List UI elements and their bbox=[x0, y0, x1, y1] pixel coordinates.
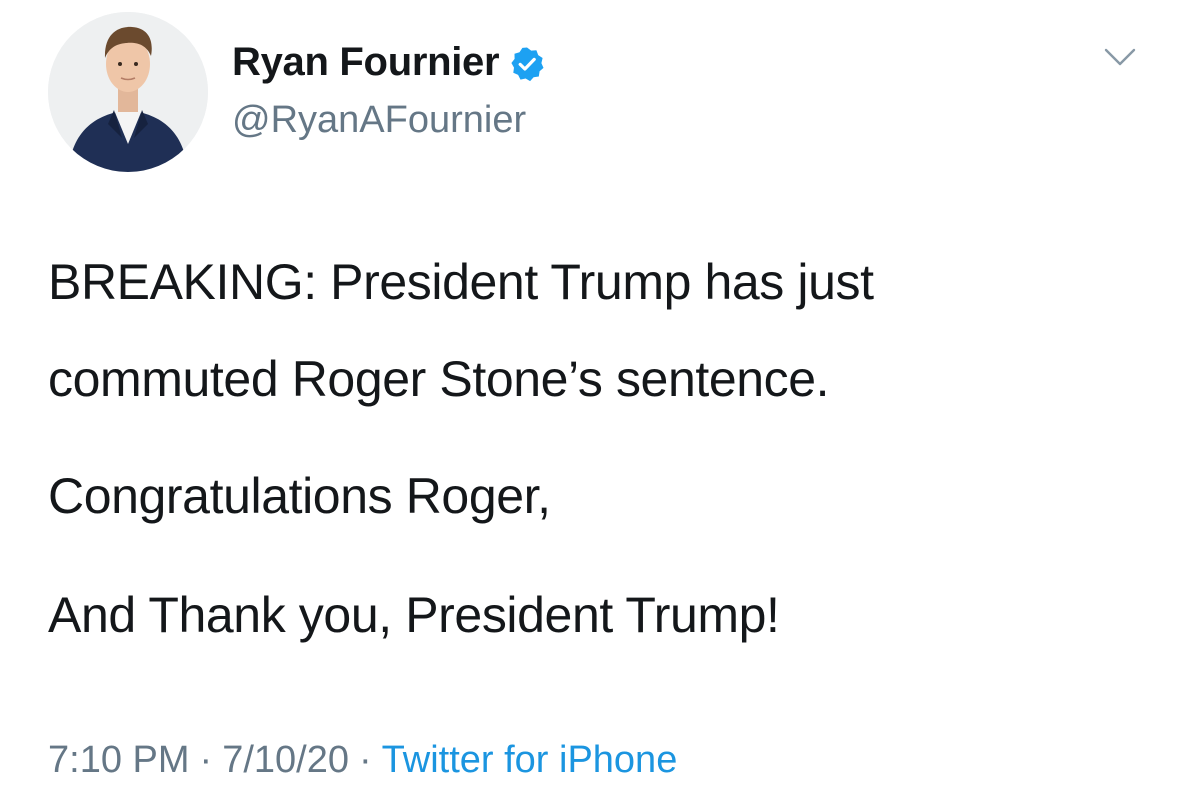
author-header: Ryan Fournier bbox=[232, 38, 545, 86]
tweet-text-line: And Thank you, President Trump! bbox=[48, 587, 780, 643]
tweet-text-line: commuted Roger Stone’s sentence. bbox=[48, 351, 830, 407]
tweet-text-line: BREAKING: President Trump has just bbox=[48, 254, 874, 310]
tweet-metadata: 7:10 PM · 7/10/20 · Twitter for iPhone bbox=[48, 736, 677, 784]
verified-badge-icon bbox=[509, 46, 545, 82]
chevron-down-icon[interactable] bbox=[1102, 45, 1138, 69]
avatar[interactable] bbox=[48, 12, 208, 172]
meta-separator: · bbox=[199, 739, 213, 781]
profile-photo-icon bbox=[48, 12, 208, 172]
meta-separator: · bbox=[358, 739, 372, 781]
tweet-source-link[interactable]: Twitter for iPhone bbox=[382, 739, 678, 781]
user-handle[interactable]: @RyanAFournier bbox=[232, 97, 526, 143]
tweet-card: Ryan Fournier @RyanAFournier BREAKING: P… bbox=[0, 0, 1183, 800]
tweet-date[interactable]: 7/10/20 bbox=[222, 739, 349, 781]
display-name[interactable]: Ryan Fournier bbox=[232, 38, 500, 86]
tweet-text-line: Congratulations Roger, bbox=[48, 468, 551, 524]
tweet-time[interactable]: 7:10 PM bbox=[48, 739, 190, 781]
